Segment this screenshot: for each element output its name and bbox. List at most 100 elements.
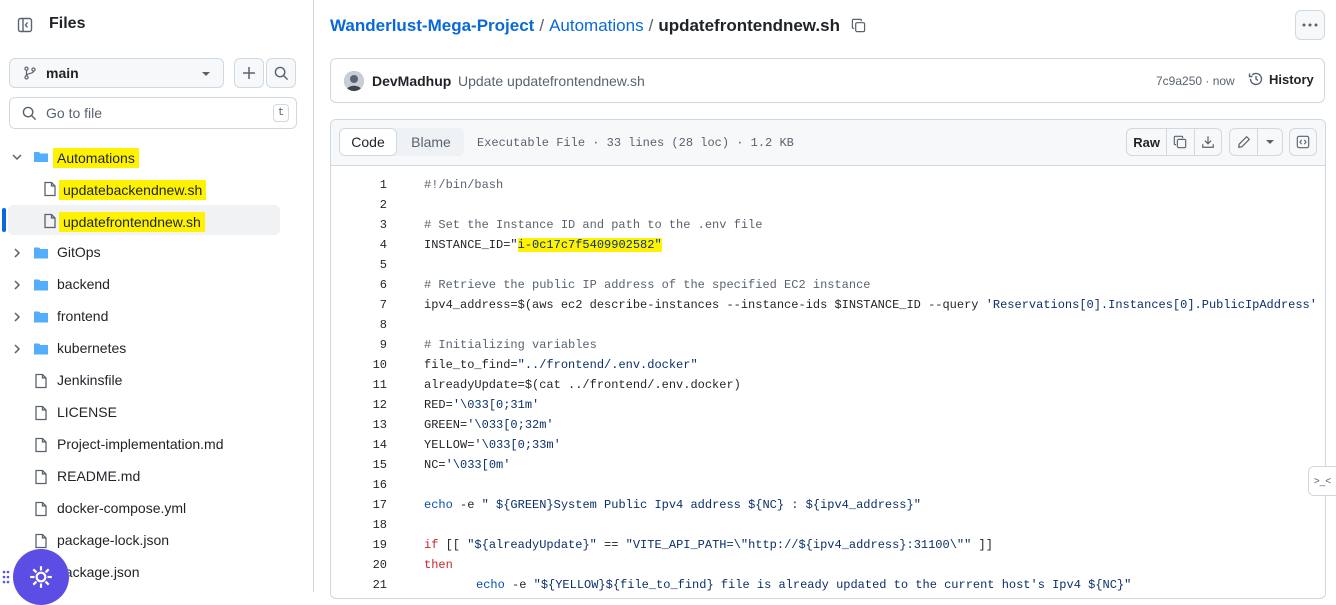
code-token: RED= xyxy=(424,398,453,412)
tree-file-jenkinsfile[interactable]: Jenkinsfile xyxy=(0,366,300,396)
folder-icon xyxy=(34,279,48,291)
breadcrumb: Wanderlust-Mega-Project / Automations / upda… xyxy=(330,16,866,38)
tree-folder-gitops[interactable]: GitOps xyxy=(0,238,300,268)
tree-file-readme[interactable]: README.md xyxy=(0,462,300,492)
code-token: '\033[0m' xyxy=(445,458,511,472)
line-number[interactable]: 15 xyxy=(331,458,387,472)
chevron-right-icon xyxy=(14,248,21,258)
file-icon xyxy=(35,373,47,389)
code-token: GREEN= xyxy=(424,418,468,432)
caret-down-icon xyxy=(1266,140,1275,144)
code-token: NC= xyxy=(424,458,446,472)
line-number[interactable]: 1 xyxy=(331,178,387,192)
add-file-button[interactable] xyxy=(234,58,264,88)
code-square-button[interactable] xyxy=(1290,129,1316,155)
commit-sha-time[interactable]: 7c9a250 · now xyxy=(1156,74,1235,88)
file-icon xyxy=(44,213,56,229)
history-button[interactable]: History xyxy=(1248,71,1314,87)
tree-file-license[interactable]: LICENSE xyxy=(0,398,300,428)
code-line-12: RED='\033[0;31m' xyxy=(424,398,539,412)
code-token: ipv4_address=$(aws ec2 describe-instance… xyxy=(424,298,986,312)
file-icon xyxy=(35,501,47,517)
tree-folder-backend[interactable]: backend xyxy=(0,270,300,300)
code-line-4: INSTANCE_ID="i-0c17c7f5409902582" xyxy=(424,238,662,252)
code-token: -e xyxy=(452,498,482,512)
line-number[interactable]: 3 xyxy=(331,218,387,232)
line-number[interactable]: 21 xyxy=(331,578,387,592)
line-number[interactable]: 4 xyxy=(331,238,387,252)
symbols-panel-button[interactable] xyxy=(1289,128,1317,156)
search-icon xyxy=(274,66,288,80)
line-number[interactable]: 6 xyxy=(331,278,387,292)
code-line-3: # Set the Instance ID and path to the .e… xyxy=(424,218,763,232)
tree-item-label: package-lock.json xyxy=(57,532,170,548)
avatar[interactable] xyxy=(344,71,364,91)
line-number[interactable]: 5 xyxy=(331,258,387,272)
line-number[interactable]: 13 xyxy=(331,418,387,432)
more-options-button[interactable] xyxy=(1295,10,1325,40)
copy-path-button[interactable] xyxy=(851,18,866,38)
collapse-sidebar-button[interactable] xyxy=(10,10,40,40)
code-token: YELLOW= xyxy=(424,438,475,452)
tree-item-label: Project-implementation.md xyxy=(57,436,224,452)
line-number[interactable]: 19 xyxy=(331,538,387,552)
line-number[interactable]: 20 xyxy=(331,558,387,572)
copy-raw-button[interactable] xyxy=(1167,129,1195,155)
commit-message-link[interactable]: Update updatefrontendnew.sh xyxy=(458,73,645,89)
line-number[interactable]: 8 xyxy=(331,318,387,332)
edit-file-button[interactable] xyxy=(1230,129,1259,155)
file-info: Executable File · 33 lines (28 loc) · 1.… xyxy=(477,136,794,150)
tree-folder-automations[interactable]: Automations xyxy=(0,142,300,172)
branch-selector[interactable]: main xyxy=(9,58,224,88)
breadcrumb-folder-link[interactable]: Automations xyxy=(549,16,644,35)
code-line-21: echo -e "${YELLOW}${file_to_find} file i… xyxy=(476,578,1131,592)
file-icon xyxy=(35,405,47,421)
download-button[interactable] xyxy=(1195,129,1221,155)
breadcrumb-separator: / xyxy=(539,16,545,35)
code-token: " ${GREEN}System Public Ipv4 address ${N… xyxy=(481,498,921,512)
code-line-1: #!/bin/bash xyxy=(424,178,504,192)
line-number[interactable]: 7 xyxy=(331,298,387,312)
tree-file-project-implementation[interactable]: Project-implementation.md xyxy=(0,430,300,460)
download-icon xyxy=(1201,136,1214,148)
line-number[interactable]: 2 xyxy=(331,198,387,212)
line-number[interactable]: 11 xyxy=(331,378,387,392)
line-number[interactable]: 10 xyxy=(331,358,387,372)
file-header: Code Blame Executable File · 33 lines (2… xyxy=(331,120,1325,166)
code-token: 'Reservations[0].Instances[0].PublicIpAd… xyxy=(985,298,1317,312)
breadcrumb-repo-link[interactable]: Wanderlust-Mega-Project xyxy=(330,16,534,35)
line-number[interactable]: 12 xyxy=(331,398,387,412)
code-token: == xyxy=(596,538,626,552)
line-number[interactable]: 16 xyxy=(331,478,387,492)
tree-folder-kubernetes[interactable]: kubernetes xyxy=(0,334,300,364)
line-number[interactable]: 9 xyxy=(331,338,387,352)
extension-side-tab[interactable]: >_< xyxy=(1308,466,1336,496)
line-number[interactable]: 17 xyxy=(331,498,387,512)
extension-fab-button[interactable] xyxy=(13,549,69,605)
code-line-9: # Initializing variables xyxy=(424,338,597,352)
gear-icon xyxy=(30,566,52,588)
copy-icon xyxy=(1174,135,1187,149)
file-view: Wanderlust-Mega-Project / Automations / upda… xyxy=(314,0,1336,599)
tree-file-updatefrontendnew[interactable]: updatefrontendnew.sh xyxy=(0,206,300,236)
tree-file-updatebackendnew[interactable]: updatebackendnew.sh xyxy=(0,174,300,204)
code-line-6: # Retrieve the public IP address of the … xyxy=(424,278,871,292)
commit-author-link[interactable]: DevMadhup xyxy=(372,73,451,89)
tab-code[interactable]: Code xyxy=(339,128,397,156)
code-token: INSTANCE_ID=" xyxy=(424,238,518,252)
go-to-file-input[interactable]: Go to file t xyxy=(9,97,297,129)
breadcrumb-current-file: updatefrontendnew.sh xyxy=(658,16,840,35)
line-number[interactable]: 14 xyxy=(331,438,387,452)
tree-folder-frontend[interactable]: frontend xyxy=(0,302,300,332)
search-files-button[interactable] xyxy=(266,58,296,88)
drag-handle-icon[interactable] xyxy=(2,569,10,590)
tab-blame[interactable]: Blame xyxy=(401,128,461,156)
raw-button[interactable]: Raw xyxy=(1127,129,1168,155)
code-line-19: if [[ "${alreadyUpdate}" == "VITE_API_PA… xyxy=(424,538,993,552)
line-number[interactable]: 18 xyxy=(331,518,387,532)
code-token: if xyxy=(424,538,439,552)
edit-options-dropdown[interactable] xyxy=(1258,129,1282,155)
file-icon xyxy=(35,437,47,453)
raw-copy-download-group: Raw xyxy=(1126,128,1222,156)
tree-file-docker-compose[interactable]: docker-compose.yml xyxy=(0,494,300,524)
